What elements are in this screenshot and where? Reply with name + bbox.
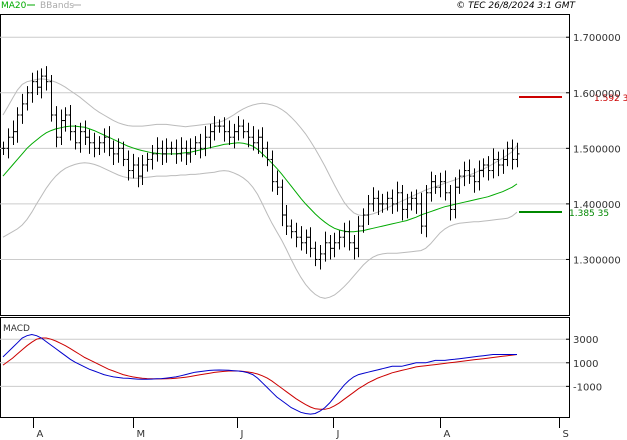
price-tick-label: 1.600000 bbox=[573, 89, 621, 100]
macd-signal-line bbox=[2, 337, 518, 410]
macd-tick-label: 1000 bbox=[573, 359, 598, 370]
macd-y-axis: 3000 1000 -1000 bbox=[566, 335, 602, 393]
x-tick-label: M bbox=[137, 429, 146, 440]
macd-layer bbox=[0, 333, 569, 415]
price-y-axis: 1.700000 1.600000 1.500000 1.400000 1.300000 bbox=[566, 33, 621, 266]
macd-panel-title: MACD bbox=[3, 324, 30, 334]
x-tick-label: A bbox=[37, 429, 44, 440]
legend-ma20-label: MA20 bbox=[1, 1, 27, 11]
price-tick-label: 1.400000 bbox=[573, 200, 621, 211]
x-tick-label: J bbox=[336, 429, 340, 440]
x-tick-label: J bbox=[240, 429, 244, 440]
bbands-layer bbox=[2, 78, 518, 299]
x-axis: AMJJAS bbox=[33, 417, 569, 440]
macd-line bbox=[2, 333, 517, 415]
macd-tick-label: 3000 bbox=[573, 335, 598, 346]
price-tick-label: 1.700000 bbox=[573, 33, 621, 44]
bbands-lower-line bbox=[2, 162, 518, 299]
x-tick-label: A bbox=[444, 429, 451, 440]
chart-canvas: MA20 BBands © TEC 26/8/2024 3:1 GMT 1.59… bbox=[0, 1, 627, 440]
copyright-text: © TEC 26/8/2024 3:1 GMT bbox=[456, 1, 576, 11]
legend-bbands-label: BBands bbox=[40, 1, 74, 11]
price-tick-label: 1.500000 bbox=[573, 144, 621, 155]
grid-layer bbox=[0, 36, 569, 260]
legend: MA20 BBands bbox=[1, 1, 81, 11]
x-tick-label: S bbox=[563, 429, 569, 440]
macd-tick-label: -1000 bbox=[573, 382, 602, 393]
price-tick-label: 1.300000 bbox=[573, 255, 621, 266]
